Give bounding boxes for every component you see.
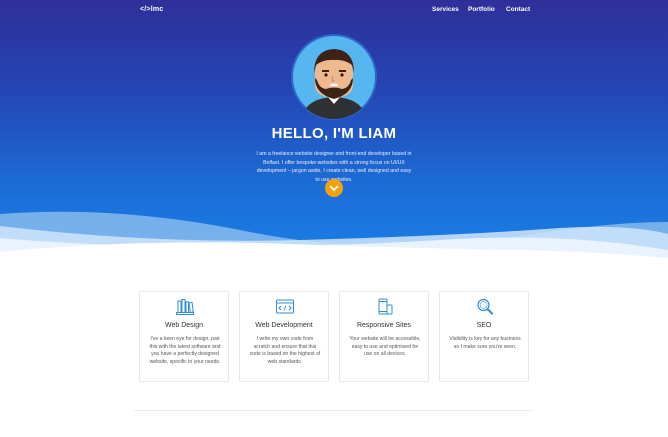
service-card-web-design: Web Design I've a keen eye for design, p… [139, 291, 229, 382]
service-description: Your website will be accessible, easy to… [349, 336, 421, 358]
service-description: Visibility is key for any business so I … [449, 336, 521, 350]
service-description: I write my own code from scratch and ens… [249, 336, 321, 366]
service-card-responsive-sites: Responsive Sites Your website will be ac… [339, 291, 429, 382]
wave-divider [0, 211, 668, 264]
service-description: I've a keen eye for design, pair this wi… [149, 336, 221, 366]
service-title: Web Development [255, 322, 313, 329]
mobile-tablet-icon [378, 298, 393, 315]
service-title: Responsive Sites [356, 322, 412, 329]
books-icon [176, 299, 194, 315]
service-title: SEO [476, 322, 492, 329]
code-window-icon [276, 299, 294, 314]
magnifier-icon [477, 298, 494, 315]
service-card-seo: SEO Visibility is key for any business s… [439, 291, 529, 382]
service-title: Web Design [164, 322, 203, 329]
section-divider [134, 410, 534, 411]
service-card-web-development: Web Development I write my own code from… [239, 291, 329, 382]
